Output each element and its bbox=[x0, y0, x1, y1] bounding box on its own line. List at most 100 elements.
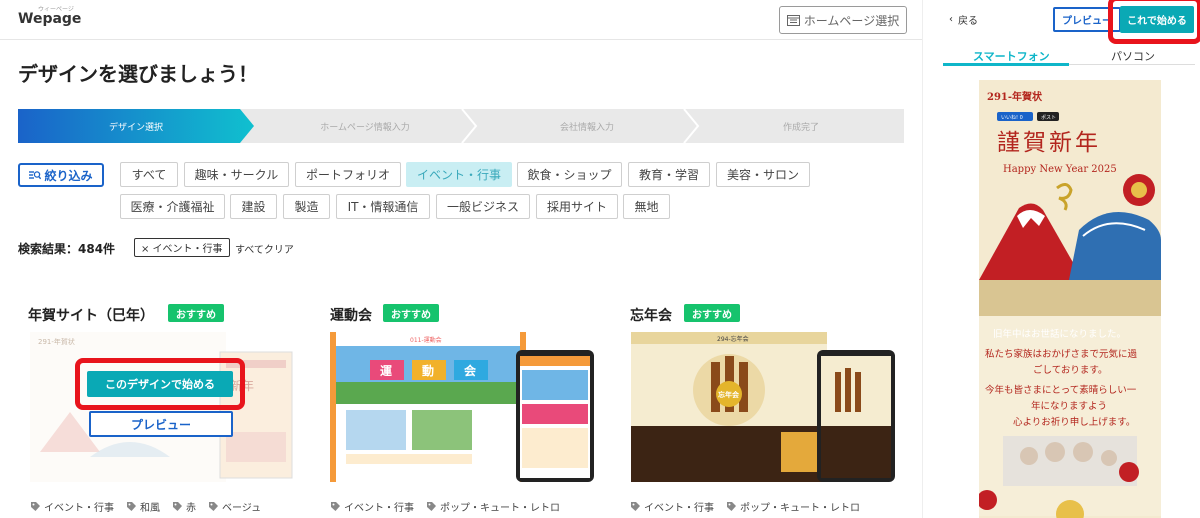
phone-sub: Happy New Year 2025 bbox=[1003, 164, 1117, 175]
tag-icon bbox=[127, 502, 136, 511]
card-title: 運動会 bbox=[330, 308, 372, 324]
recommend-badge: おすすめ bbox=[383, 304, 439, 322]
panel-preview-button[interactable]: プレビュー bbox=[1053, 7, 1121, 32]
card-tag[interactable]: ポップ・キュート・レトロ bbox=[426, 499, 560, 514]
filter-chip-construction[interactable]: 建設 bbox=[230, 194, 277, 219]
recommend-badge: おすすめ bbox=[168, 304, 224, 322]
tag-icon bbox=[331, 502, 340, 511]
logo-subtitle: ウィーページ bbox=[38, 6, 74, 13]
filter-chip-it[interactable]: IT・情報通信 bbox=[336, 194, 430, 219]
card-thumbnail-bonenkai[interactable]: 294-忘年会 忘年会 bbox=[631, 332, 896, 482]
undokai-char-2: 動 bbox=[422, 363, 434, 378]
back-button[interactable]: ‹ 戻る bbox=[949, 12, 978, 27]
recommend-badge: おすすめ bbox=[684, 304, 740, 322]
phone-message-5: 年になりますよう bbox=[1031, 400, 1107, 412]
tag-icon bbox=[631, 502, 640, 511]
card-title: 年賀サイト（巳年） bbox=[28, 308, 154, 324]
phone-message-3: ごしております。 bbox=[1033, 364, 1107, 376]
tag-icon bbox=[31, 502, 40, 511]
chevron-left-icon: ‹ bbox=[949, 14, 953, 25]
card-title: 忘年会 bbox=[630, 308, 672, 324]
filter-search-icon bbox=[29, 171, 42, 180]
tab-active-indicator bbox=[943, 63, 1069, 66]
tag-icon bbox=[173, 502, 182, 511]
filter-chip-education[interactable]: 教育・学習 bbox=[628, 162, 710, 187]
card-tags: イベント・行事 ポップ・キュート・レトロ bbox=[330, 499, 560, 514]
card-tag[interactable]: イベント・行事 bbox=[630, 499, 714, 514]
filter-chip-portfolio[interactable]: ポートフォリオ bbox=[295, 162, 401, 187]
svg-text:新年: 新年 bbox=[230, 378, 254, 393]
back-label: 戻る bbox=[958, 16, 978, 27]
bonenkai-site-label: 294-忘年会 bbox=[717, 335, 749, 343]
refine-label: 絞り込み bbox=[44, 168, 93, 183]
filter-chip-manufacturing[interactable]: 製造 bbox=[283, 194, 330, 219]
nenga-phone-image: 291-年賀状 いいね! 0 ポスト 謹賀新年 Happy New Year 2… bbox=[979, 80, 1161, 518]
filter-chip-food-shop[interactable]: 飲食・ショップ bbox=[517, 162, 622, 187]
panel-start-button[interactable]: これで始める bbox=[1120, 6, 1194, 33]
tag-label: イベント・行事 bbox=[44, 503, 114, 514]
tab-smartphone[interactable]: スマートフォン bbox=[973, 48, 1050, 64]
card-tag[interactable]: イベント・行事 bbox=[30, 499, 114, 514]
card-thumbnail-nenga[interactable]: 新年 291-年賀状 bbox=[30, 332, 295, 482]
start-with-design-button[interactable]: このデザインで始める bbox=[87, 371, 233, 397]
filter-chip-event[interactable]: イベント・行事 bbox=[406, 162, 512, 187]
logo[interactable]: Wepage bbox=[18, 11, 81, 27]
tag-label: 赤 bbox=[186, 503, 196, 514]
step-design-select: デザイン選択 bbox=[108, 122, 163, 133]
card-preview-button[interactable]: プレビュー bbox=[89, 411, 233, 437]
tab-pc[interactable]: パソコン bbox=[1111, 48, 1155, 64]
tag-label: ポップ・キュート・レトロ bbox=[440, 503, 560, 514]
tag-icon bbox=[727, 502, 736, 511]
card-tag[interactable]: ベージュ bbox=[208, 499, 261, 514]
undokai-site-label: 011-運動会 bbox=[410, 336, 442, 344]
tag-label: ベージュ bbox=[222, 503, 262, 514]
card-tag[interactable]: イベント・行事 bbox=[330, 499, 414, 514]
filter-chip-beauty[interactable]: 美容・サロン bbox=[716, 162, 810, 187]
filter-chip-plain[interactable]: 無地 bbox=[623, 194, 670, 219]
app-root: Wepage ウィーページ ホームページ選択 デザインを選びましょう！ デザイン… bbox=[0, 0, 1200, 518]
card-tag[interactable]: 和風 bbox=[126, 499, 160, 514]
step-progress: デザイン選択 ホームページ情報入力 会社情報入力 作成完了 bbox=[18, 109, 904, 143]
homepage-select-button[interactable]: ホームページ選択 bbox=[779, 6, 907, 34]
filter-chip-recruit[interactable]: 採用サイト bbox=[536, 194, 618, 219]
filter-chip-all[interactable]: すべて bbox=[120, 162, 178, 187]
step-homepage-info: ホームページ情報入力 bbox=[320, 122, 410, 133]
active-filter-tag[interactable]: × イベント・行事 bbox=[134, 238, 230, 257]
tag-icon bbox=[427, 502, 436, 511]
tag-label: ポップ・キュート・レトロ bbox=[740, 503, 860, 514]
tag-icon bbox=[209, 502, 218, 511]
undokai-char-3: 会 bbox=[464, 363, 477, 378]
nenga-thumbnail-image: 新年 291-年賀状 bbox=[30, 332, 293, 482]
window-icon bbox=[786, 14, 800, 26]
result-count: 検索結果：484件 bbox=[18, 242, 116, 256]
page-title: デザインを選びましょう！ bbox=[18, 62, 258, 86]
card-tag[interactable]: 赤 bbox=[172, 499, 196, 514]
filter-chip-medical[interactable]: 医療・介護福祉 bbox=[120, 194, 225, 219]
phone-preview[interactable]: 291-年賀状 いいね! 0 ポスト 謹賀新年 Happy New Year 2… bbox=[979, 80, 1161, 518]
tag-label: イベント・行事 bbox=[344, 503, 414, 514]
phone-message-2: 私たち家族はおかげさまで元気に過 bbox=[985, 348, 1138, 360]
filter-chip-hobby[interactable]: 趣味・サークル bbox=[184, 162, 289, 187]
card-tags: イベント・行事 ポップ・キュート・レトロ bbox=[630, 499, 860, 514]
card-thumbnail-undokai[interactable]: 運 動 会 011-運動会 bbox=[330, 332, 595, 482]
card-tags: イベント・行事 和風 赤 ベージュ bbox=[30, 499, 261, 514]
phone-message-4: 今年も皆さまにとって素晴らしい一 bbox=[985, 384, 1137, 396]
undokai-thumbnail-image: 運 動 会 011-運動会 bbox=[330, 332, 594, 482]
homepage-select-label: ホームページ選択 bbox=[803, 13, 900, 28]
clear-all-link[interactable]: すべてクリア bbox=[235, 241, 294, 256]
undokai-char-1: 運 bbox=[380, 364, 392, 378]
phone-message-1: 旧年中はお世話になりました。 bbox=[993, 328, 1126, 340]
preview-panel: ‹ 戻る プレビュー これで始める スマートフォン パソコン 291-年賀状 い… bbox=[922, 0, 1200, 518]
top-bar: Wepage ウィーページ ホームページ選択 bbox=[0, 0, 922, 40]
svg-text:291-年賀状: 291-年賀状 bbox=[38, 337, 75, 346]
phone-heading: 謹賀新年 bbox=[997, 130, 1101, 156]
refine-button[interactable]: 絞り込み bbox=[18, 163, 104, 187]
step-complete: 作成完了 bbox=[782, 122, 819, 133]
filter-chip-general-business[interactable]: 一般ビジネス bbox=[436, 194, 530, 219]
phone-message-6: 心よりお祈り申し上げます。 bbox=[1013, 416, 1135, 428]
tag-label: イベント・行事 bbox=[644, 503, 714, 514]
phone-like: いいね! 0 bbox=[1001, 115, 1023, 121]
card-tag[interactable]: ポップ・キュート・レトロ bbox=[726, 499, 860, 514]
step-company-info: 会社情報入力 bbox=[559, 122, 614, 133]
phone-site-name: 291-年賀状 bbox=[987, 90, 1043, 103]
